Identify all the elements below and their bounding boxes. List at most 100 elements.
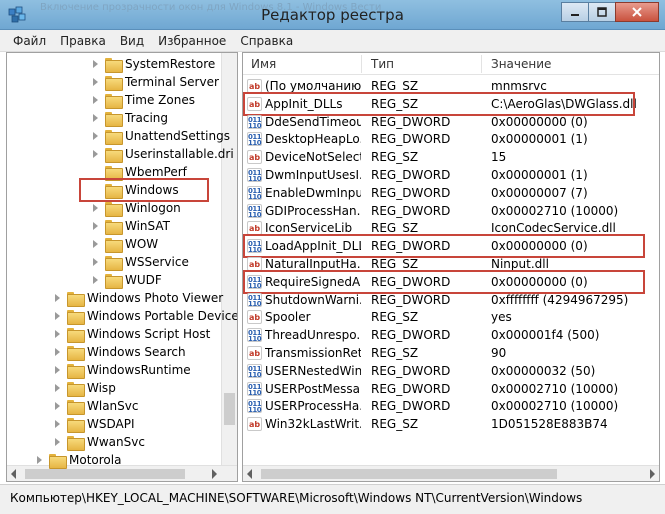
expand-arrow-icon[interactable]	[91, 77, 101, 87]
expand-arrow-icon[interactable]	[91, 149, 101, 159]
tree-item[interactable]: WUDF	[91, 271, 162, 289]
tree-item[interactable]: Wisp	[53, 379, 116, 397]
expand-arrow-icon[interactable]	[53, 383, 63, 393]
maximize-button[interactable]	[588, 2, 616, 22]
value-type: REG_DWORD	[371, 168, 451, 182]
table-row[interactable]: abDeviceNotSelect... REG_SZ 15	[243, 148, 659, 166]
expand-arrow-icon[interactable]	[53, 437, 63, 447]
tree-item[interactable]: WSService	[91, 253, 189, 271]
close-button[interactable]	[615, 2, 659, 22]
tree-item[interactable]: WwanSvc	[53, 433, 145, 451]
expand-arrow-icon[interactable]	[53, 419, 63, 429]
tree-item[interactable]: UnattendSettings	[91, 127, 230, 145]
menu-help[interactable]: Справка	[233, 34, 300, 48]
binary-value-icon: 011 110	[247, 399, 262, 415]
scroll-left-icon[interactable]	[11, 469, 16, 479]
value-data: 0x000001f4 (500)	[491, 328, 600, 343]
table-row[interactable]: ab Win32kLastWrit... REG_SZ 1D051528E883B74	[243, 415, 659, 433]
tree-item[interactable]: Windows Portable Device	[53, 307, 237, 325]
tree-item[interactable]: WinSAT	[91, 217, 170, 235]
list-hscroll-thumb[interactable]	[261, 469, 557, 479]
table-row[interactable]: 011 110USERNestedWin... REG_DWORD 0x000000…	[243, 362, 659, 380]
tree-item[interactable]: Terminal Server	[91, 73, 219, 91]
column-divider[interactable]	[481, 55, 482, 73]
binary-value-icon: 011 110	[247, 292, 262, 308]
scroll-left-icon[interactable]	[247, 469, 252, 479]
expand-arrow-icon[interactable]	[53, 293, 63, 303]
scroll-right-icon[interactable]	[212, 469, 217, 479]
expand-arrow-icon[interactable]	[35, 455, 45, 465]
tree-item[interactable]: Userinstallable.dri	[91, 145, 234, 163]
value-name: Spooler	[265, 310, 311, 325]
tree-item[interactable]: Windows Photo Viewer	[53, 289, 223, 307]
tree-item[interactable]: WOW	[91, 235, 158, 253]
column-value-header[interactable]: Значение	[491, 57, 551, 71]
expand-arrow-icon[interactable]	[91, 239, 101, 249]
table-row[interactable]: 011 110 DesktopHeapLo... REG_DWORD 0x000000…	[243, 130, 659, 148]
menu-file[interactable]: Файл	[6, 34, 53, 48]
tree-item[interactable]: Time Zones	[91, 91, 195, 109]
tree-item[interactable]: WlanSvc	[53, 397, 138, 415]
value-data: 0x00002710 (10000)	[491, 203, 619, 218]
tree-item[interactable]: Tracing	[91, 109, 168, 127]
expand-arrow-icon[interactable]	[91, 275, 101, 285]
expand-arrow-icon[interactable]	[53, 401, 63, 411]
table-row[interactable]: 011 110 DwmInputUsesI... REG_DWORD 0x000000…	[243, 166, 659, 184]
folder-icon	[105, 273, 123, 289]
string-value-icon: ab	[247, 150, 262, 165]
table-row[interactable]: 011 110 GDIProcessHan... REG_DWORD 0x000027…	[243, 202, 659, 220]
table-row[interactable]: 011 110 DdeSendTimeout REG_DWORD 0x00000000…	[243, 113, 659, 131]
expand-arrow-icon[interactable]	[53, 329, 63, 339]
tree-item[interactable]: WindowsRuntime	[53, 361, 191, 379]
column-name-header[interactable]: Имя	[251, 57, 276, 71]
table-row[interactable]: 011 110 ShutdownWarni... REG_DWORD 0xffffff…	[243, 291, 659, 309]
values-list-pane[interactable]: Имя Тип Значение ab (По умолчанию) REG_SZ m…	[242, 52, 660, 482]
column-type-header[interactable]: Тип	[371, 57, 394, 71]
tree-item[interactable]: WSDAPI	[53, 415, 135, 433]
list-horizontal-scrollbar[interactable]	[243, 465, 659, 481]
tree-hscroll-thumb[interactable]	[25, 469, 185, 479]
binary-value-icon: 011 110	[247, 363, 262, 379]
value-type: REG_SZ	[371, 417, 419, 432]
menu-edit[interactable]: Правка	[53, 34, 113, 48]
expand-arrow-icon[interactable]	[53, 347, 63, 357]
tree-item-label: UnattendSettings	[125, 129, 230, 143]
expand-arrow-icon[interactable]	[91, 131, 101, 141]
folder-icon	[105, 129, 123, 145]
table-row[interactable]: 011 110 ThreadUnrespo... REG_DWORD 0x000001…	[243, 326, 659, 344]
binary-value-icon: 011 110	[247, 114, 262, 130]
expand-arrow-icon[interactable]	[91, 113, 101, 123]
table-row[interactable]: 011 110 USERProcessHa... REG_DWORD 0x000027…	[243, 397, 659, 415]
table-row[interactable]: 011 110EnableDwmInpu... REG_DWORD 0x000000…	[243, 184, 659, 202]
expand-arrow-icon[interactable]	[53, 365, 63, 375]
tree-item[interactable]: Motorola	[35, 451, 121, 469]
tree-vertical-scrollbar[interactable]	[221, 53, 237, 465]
tree-item-label: Windows Search	[87, 345, 186, 359]
scroll-right-icon[interactable]	[650, 469, 655, 479]
expand-arrow-icon[interactable]	[53, 311, 63, 321]
expand-arrow-icon[interactable]	[91, 59, 101, 69]
expand-arrow-icon[interactable]	[91, 95, 101, 105]
table-row[interactable]: abTransmissionRet... REG_SZ 90	[243, 344, 659, 362]
menu-favorites[interactable]: Избранное	[151, 34, 233, 48]
key-tree-pane[interactable]: SystemRestore Terminal Server Time Zones Tr…	[6, 52, 238, 482]
table-row[interactable]: 011 110 USERPostMessa... REG_DWORD 0x000027…	[243, 380, 659, 398]
expand-arrow-icon[interactable]	[91, 203, 101, 213]
string-value-icon: ab	[247, 417, 262, 432]
menu-view[interactable]: Вид	[113, 34, 151, 48]
tree-item[interactable]: SystemRestore	[91, 55, 215, 73]
folder-icon	[67, 345, 85, 361]
column-divider[interactable]	[361, 55, 362, 73]
tree-item-label: Time Zones	[125, 93, 195, 107]
value-data: 1D051528E883B74	[491, 417, 608, 432]
minimize-button[interactable]	[561, 2, 589, 22]
tree-item[interactable]: Winlogon	[91, 199, 181, 217]
tree-item[interactable]: Windows Search	[53, 343, 186, 361]
expand-arrow-icon[interactable]	[91, 257, 101, 267]
value-data: yes	[491, 310, 512, 325]
expand-arrow-icon[interactable]	[91, 221, 101, 231]
table-row[interactable]: ab Spooler REG_SZ yes	[243, 308, 659, 326]
value-name: DdeSendTimeout	[265, 114, 361, 129]
tree-scroll-thumb[interactable]	[224, 393, 235, 425]
tree-item[interactable]: Windows Script Host	[53, 325, 210, 343]
